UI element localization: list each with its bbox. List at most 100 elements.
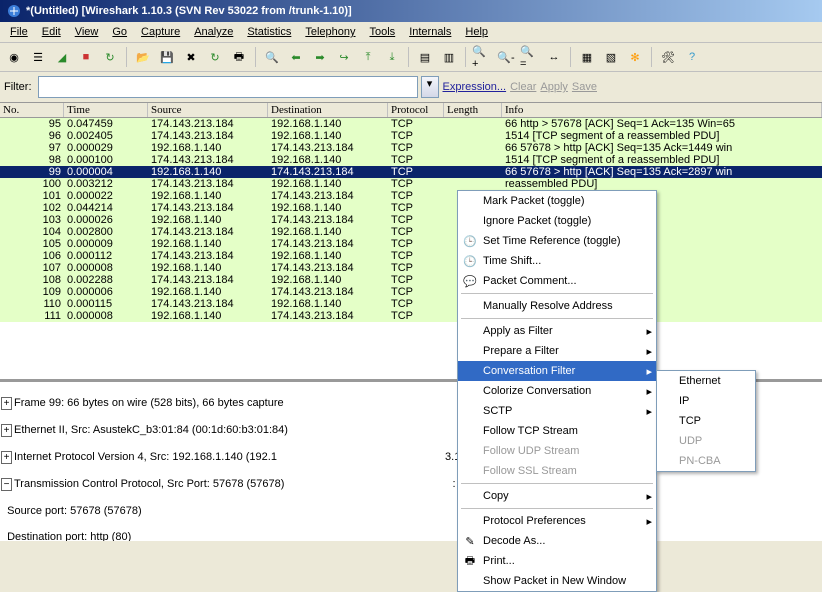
table-row[interactable]: 1060.000112174.143.213.184192.168.1.140T… [0, 250, 822, 262]
ctx-time-shift[interactable]: 🕒Time Shift... [458, 251, 656, 271]
menu-go[interactable]: Go [106, 24, 133, 40]
table-row[interactable]: 990.000004192.168.1.140174.143.213.184TC… [0, 166, 822, 178]
restart-capture-icon[interactable]: ↻ [99, 46, 121, 68]
col-time[interactable]: Time [64, 103, 148, 117]
options-icon[interactable]: ☰ [27, 46, 49, 68]
table-row[interactable]: 950.047459174.143.213.184192.168.1.140TC… [0, 118, 822, 130]
ctx-copy[interactable]: Copy▸ [458, 486, 656, 506]
capture-filters-icon[interactable]: ▦ [576, 46, 598, 68]
ctx-packet-comment[interactable]: 💬Packet Comment... [458, 271, 656, 291]
go-last-icon[interactable]: ⤓ [381, 46, 403, 68]
sub-tcp[interactable]: TCP [657, 411, 755, 431]
stop-capture-icon[interactable]: ■ [75, 46, 97, 68]
table-row[interactable]: 1080.002288174.143.213.184192.168.1.140T… [0, 274, 822, 286]
ctx-follow-tcp-stream[interactable]: Follow TCP Stream [458, 421, 656, 441]
coloring-rules-icon[interactable]: ✻ [624, 46, 646, 68]
menu-help[interactable]: Help [459, 24, 494, 40]
table-row[interactable]: 1090.000006192.168.1.140174.143.213.184T… [0, 286, 822, 298]
clock-icon: 🕒 [462, 255, 478, 268]
clear-button[interactable]: Clear [510, 81, 536, 93]
go-to-packet-icon[interactable]: ↪ [333, 46, 355, 68]
filter-dropdown-icon[interactable]: ▾ [421, 76, 439, 98]
packet-list[interactable]: No. Time Source Destination Protocol Len… [0, 103, 822, 381]
col-no[interactable]: No. [0, 103, 64, 117]
chevron-right-icon: ▸ [646, 365, 652, 378]
ctx-sctp[interactable]: SCTP▸ [458, 401, 656, 421]
start-capture-icon[interactable]: ◢ [51, 46, 73, 68]
menu-edit[interactable]: Edit [36, 24, 67, 40]
ctx-set-time-reference[interactable]: 🕒Set Time Reference (toggle) [458, 231, 656, 251]
table-row[interactable]: 1050.000009192.168.1.140174.143.213.184T… [0, 238, 822, 250]
go-forward-icon[interactable]: ➡ [309, 46, 331, 68]
table-row[interactable]: 980.000100174.143.213.184192.168.1.140TC… [0, 154, 822, 166]
preferences-icon[interactable]: 🛠 [657, 46, 679, 68]
open-file-icon[interactable]: 📂 [132, 46, 154, 68]
print-icon[interactable]: 🖶 [228, 46, 250, 68]
col-dest[interactable]: Destination [268, 103, 388, 117]
table-row[interactable]: 1040.002800174.143.213.184192.168.1.140T… [0, 226, 822, 238]
title-bar: *(Untitled) [Wireshark 1.10.3 (SVN Rev 5… [0, 0, 822, 22]
help-icon[interactable]: ? [681, 46, 703, 68]
menu-tools[interactable]: Tools [364, 24, 402, 40]
zoom-out-icon[interactable]: 🔍- [495, 46, 517, 68]
menu-view[interactable]: View [69, 24, 105, 40]
table-row[interactable]: 1070.000008192.168.1.140174.143.213.184T… [0, 262, 822, 274]
menu-internals[interactable]: Internals [403, 24, 457, 40]
ctx-decode-as[interactable]: ✎Decode As... [458, 531, 656, 551]
save-file-icon[interactable]: 💾 [156, 46, 178, 68]
close-file-icon[interactable]: ✖ [180, 46, 202, 68]
comment-icon: 💬 [462, 275, 478, 288]
resize-columns-icon[interactable]: ↔ [543, 46, 565, 68]
filter-label: Filter: [4, 81, 32, 93]
table-row[interactable]: 1010.000022192.168.1.140174.143.213.184T… [0, 190, 822, 202]
table-row[interactable]: 1000.003212174.143.213.184192.168.1.140T… [0, 178, 822, 190]
menu-analyze[interactable]: Analyze [188, 24, 239, 40]
display-filters-icon[interactable]: ▧ [600, 46, 622, 68]
menu-file[interactable]: File [4, 24, 34, 40]
zoom-in-icon[interactable]: 🔍+ [471, 46, 493, 68]
zoom-normal-icon[interactable]: 🔍= [519, 46, 541, 68]
ctx-new-window[interactable]: Show Packet in New Window [458, 571, 656, 591]
col-source[interactable]: Source [148, 103, 268, 117]
ctx-prepare-a-filter[interactable]: Prepare a Filter▸ [458, 341, 656, 361]
auto-scroll-icon[interactable]: ▥ [438, 46, 460, 68]
ctx-mark-packet[interactable]: Mark Packet (toggle) [458, 191, 656, 211]
menu-capture[interactable]: Capture [135, 24, 186, 40]
ctx-colorize-conversation[interactable]: Colorize Conversation▸ [458, 381, 656, 401]
ctx-ignore-packet[interactable]: Ignore Packet (toggle) [458, 211, 656, 231]
reload-icon[interactable]: ↻ [204, 46, 226, 68]
sub-ip[interactable]: IP [657, 391, 755, 411]
save-button[interactable]: Save [572, 81, 597, 93]
find-icon[interactable]: 🔍 [261, 46, 283, 68]
chevron-right-icon: ▸ [646, 405, 652, 418]
colorize-icon[interactable]: ▤ [414, 46, 436, 68]
ctx-apply-as-filter[interactable]: Apply as Filter▸ [458, 321, 656, 341]
ctx-conversation-filter[interactable]: Conversation Filter▸ [458, 361, 656, 381]
chevron-right-icon: ▸ [646, 345, 652, 358]
table-row[interactable]: 1110.000008192.168.1.140174.143.213.184T… [0, 310, 822, 322]
table-row[interactable]: 970.000029192.168.1.140174.143.213.184TC… [0, 142, 822, 154]
apply-button[interactable]: Apply [540, 81, 568, 93]
go-first-icon[interactable]: ⤒ [357, 46, 379, 68]
interfaces-icon[interactable]: ◉ [3, 46, 25, 68]
table-row[interactable]: 1030.000026192.168.1.140174.143.213.184T… [0, 214, 822, 226]
table-row[interactable]: 1020.044214174.143.213.184192.168.1.140T… [0, 202, 822, 214]
menu-telephony[interactable]: Telephony [299, 24, 361, 40]
ctx-follow-ssl-stream: Follow SSL Stream [458, 461, 656, 481]
expression-button[interactable]: Expression... [443, 81, 507, 93]
menu-statistics[interactable]: Statistics [241, 24, 297, 40]
tool-bar: ◉ ☰ ◢ ■ ↻ 📂 💾 ✖ ↻ 🖶 🔍 ⬅ ➡ ↪ ⤒ ⤓ ▤ ▥ 🔍+ 🔍… [0, 43, 822, 72]
ctx-print[interactable]: 🖶Print... [458, 551, 656, 571]
ctx-manually-resolve[interactable]: Manually Resolve Address [458, 296, 656, 316]
filter-input[interactable] [38, 76, 418, 98]
col-info[interactable]: Info [502, 103, 822, 117]
chevron-right-icon: ▸ [646, 385, 652, 398]
col-length[interactable]: Length [444, 103, 502, 117]
ctx-protocol-preferences[interactable]: Protocol Preferences▸ [458, 511, 656, 531]
sub-ethernet[interactable]: Ethernet [657, 371, 755, 391]
col-proto[interactable]: Protocol [388, 103, 444, 117]
table-row[interactable]: 960.002405174.143.213.184192.168.1.140TC… [0, 130, 822, 142]
sub-udp: UDP [657, 431, 755, 451]
go-back-icon[interactable]: ⬅ [285, 46, 307, 68]
table-row[interactable]: 1100.000115174.143.213.184192.168.1.140T… [0, 298, 822, 310]
